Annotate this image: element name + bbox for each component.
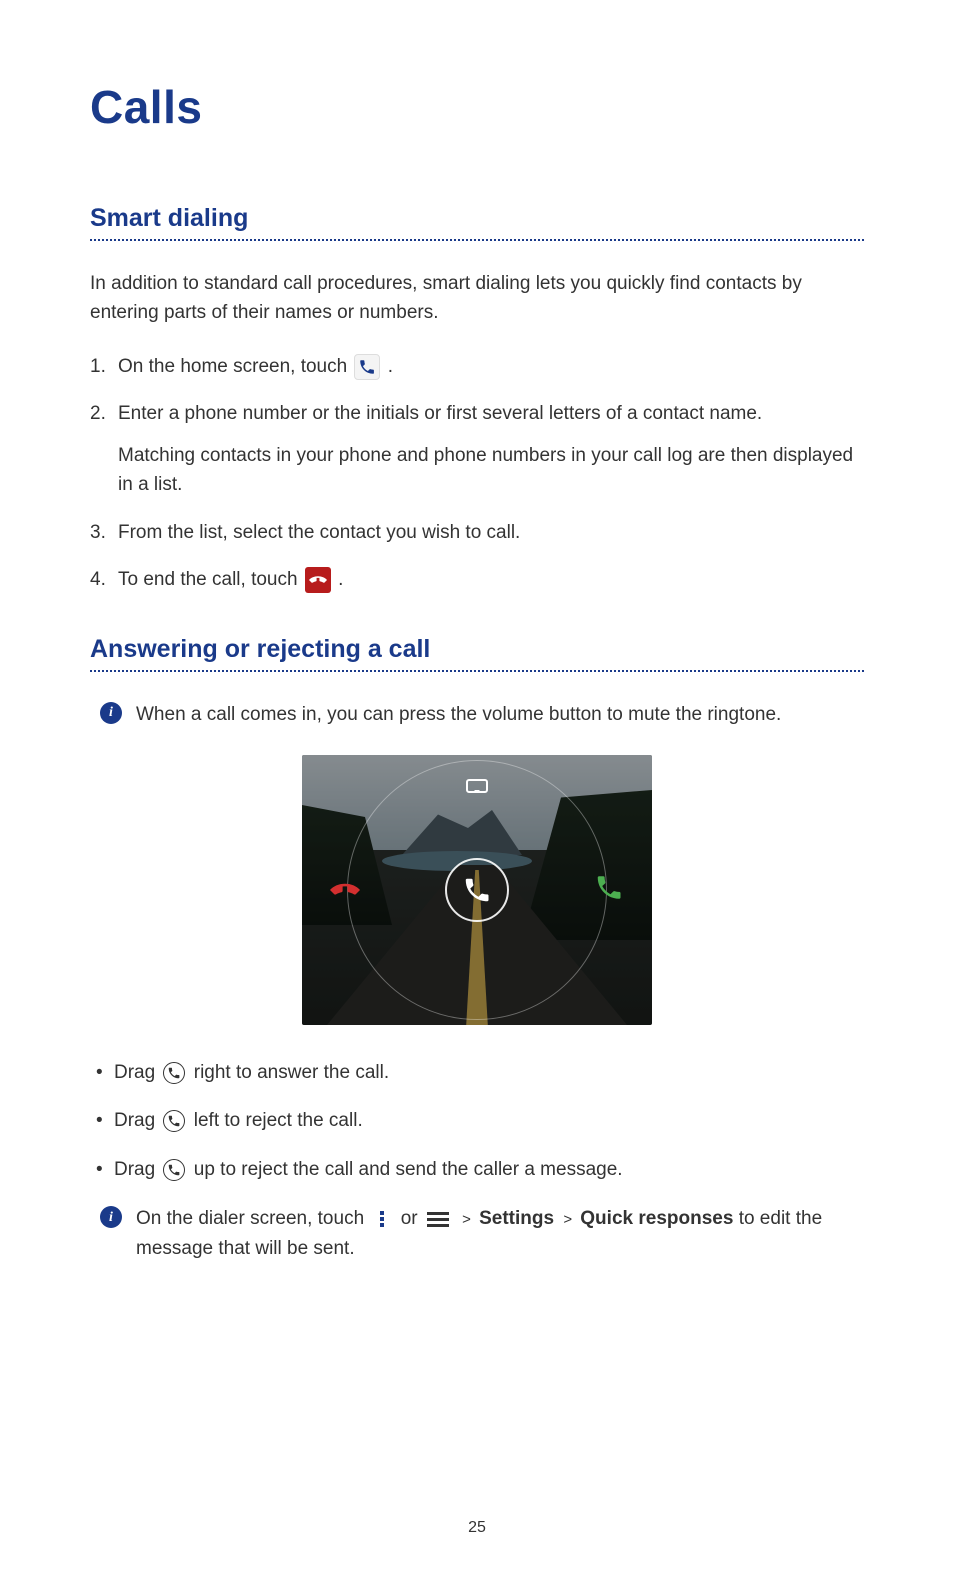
message-icon [466,779,488,793]
quick-responses-label: Quick responses [580,1208,733,1229]
step-2: Enter a phone number or the initials or … [90,399,864,499]
drag-up-item: Drag up to reject the call and send the … [90,1156,864,1185]
incoming-call-screenshot [302,755,652,1025]
drag-left-text: left to reject the call. [194,1110,363,1131]
drag-instructions: Drag right to answer the call. Drag left… [90,1059,864,1185]
dialer-icon [354,354,380,380]
step-1-text-a: On the home screen, touch [118,356,352,377]
smart-dialing-steps: On the home screen, touch . Enter a phon… [90,352,864,595]
end-call-icon [305,567,331,593]
hamburger-menu-icon [427,1209,449,1230]
step-4-text-a: To end the call, touch [118,569,303,590]
section-divider [90,670,864,672]
page-number: 25 [0,1519,954,1537]
step-1: On the home screen, touch . [90,352,864,381]
document-page: Calls Smart dialing In addition to stand… [0,0,954,1577]
section-heading-answering: Answering or rejecting a call [90,635,864,664]
note2-or: or [401,1208,423,1229]
answer-call-icon [594,872,624,907]
phone-circle-icon [163,1062,185,1084]
info-note-text: On the dialer screen, touch or > Setting… [136,1204,864,1263]
step-3: From the list, select the contact you wi… [90,518,864,547]
section-heading-smart-dialing: Smart dialing [90,204,864,233]
info-icon: i [100,702,122,724]
step-4: To end the call, touch . [90,565,864,594]
drag-left-item: Drag left to reject the call. [90,1107,864,1136]
section-divider [90,239,864,241]
breadcrumb-separator: > [563,1211,576,1228]
info-note-mute: i When a call comes in, you can press th… [90,700,864,729]
drag-right-text: right to answer the call. [194,1062,389,1083]
settings-label: Settings [479,1208,554,1229]
reject-call-icon [330,872,360,907]
step-2-text-b: Matching contacts in your phone and phon… [118,441,864,500]
breadcrumb-separator: > [462,1211,475,1228]
info-note-quick-responses: i On the dialer screen, touch or > Setti… [90,1204,864,1263]
drag-right-item: Drag right to answer the call. [90,1059,864,1088]
step-2-text-a: Enter a phone number or the initials or … [118,403,762,424]
smart-dialing-intro: In addition to standard call procedures,… [90,269,864,328]
page-title: Calls [90,80,864,134]
info-icon: i [100,1206,122,1228]
step-4-text-b: . [338,569,343,590]
step-1-text-b: . [388,356,393,377]
note2-a: On the dialer screen, touch [136,1208,369,1229]
phone-circle-icon [163,1110,185,1132]
overflow-menu-icon [375,1209,389,1229]
drag-pre: Drag [114,1062,160,1083]
drag-handle-button [445,858,509,922]
drag-pre: Drag [114,1110,160,1131]
drag-pre: Drag [114,1159,160,1180]
drag-up-text: up to reject the call and send the calle… [194,1159,623,1180]
phone-circle-icon [163,1159,185,1181]
info-note-text: When a call comes in, you can press the … [136,700,781,729]
